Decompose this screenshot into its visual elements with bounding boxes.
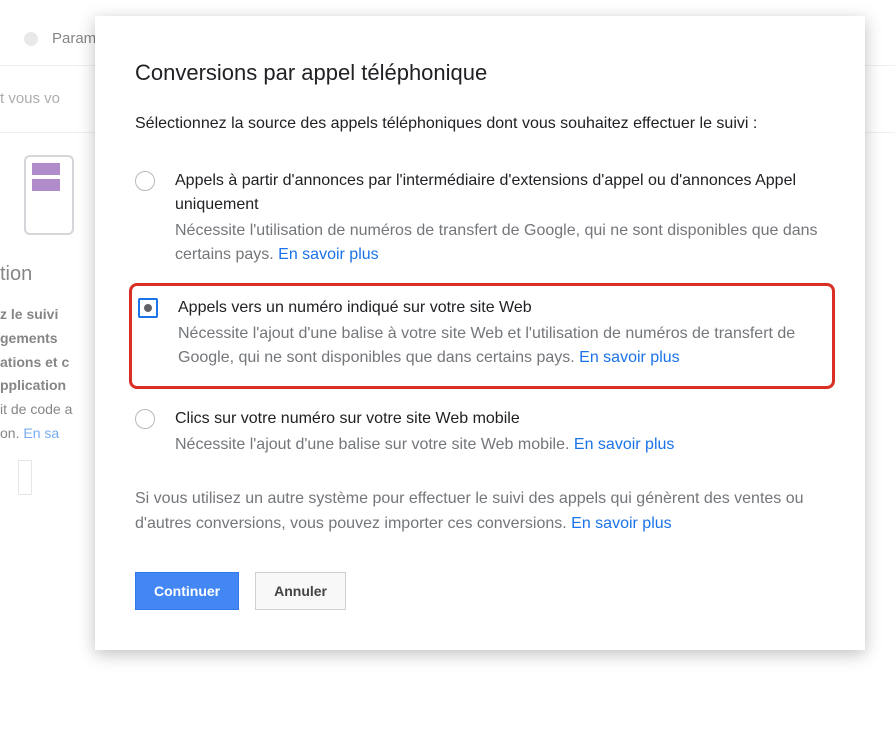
option-title: Appels vers un numéro indiqué sur votre … (178, 296, 822, 320)
option-body: Appels à partir d'annonces par l'intermé… (175, 169, 825, 267)
cancel-button[interactable]: Annuler (255, 572, 346, 610)
option-calls-from-ads[interactable]: Appels à partir d'annonces par l'intermé… (135, 159, 825, 279)
option-title: Clics sur votre numéro sur votre site We… (175, 407, 825, 431)
bg-line2: gements (0, 330, 58, 346)
bg-line5b: on. (0, 425, 23, 441)
option-desc: Nécessite l'utilisation de numéros de tr… (175, 219, 825, 267)
bg-avatar-circle (24, 32, 38, 46)
modal-intro: Sélectionnez la source des appels téléph… (135, 112, 825, 137)
continue-button[interactable]: Continuer (135, 572, 239, 610)
option-clicks-mobile-number[interactable]: Clics sur votre numéro sur votre site We… (135, 397, 825, 469)
option-title: Appels à partir d'annonces par l'intermé… (175, 169, 825, 217)
option-body: Clics sur votre numéro sur votre site We… (175, 407, 825, 457)
option-desc-text: Nécessite l'ajout d'une balise sur votre… (175, 436, 574, 453)
footer-text-content: Si vous utilisez un autre système pour e… (135, 490, 804, 532)
bg-line3: ations et c (0, 354, 69, 370)
radio-clicks-mobile-number[interactable] (135, 409, 155, 429)
option-desc-text: Nécessite l'utilisation de numéros de tr… (175, 222, 818, 263)
footer-learn-more-link[interactable]: En savoir plus (571, 515, 672, 532)
modal-footer-text: Si vous utilisez un autre système pour e… (135, 487, 825, 537)
bg-line1: z le suivi (0, 306, 58, 322)
option-desc: Nécessite l'ajout d'une balise à votre s… (178, 322, 822, 370)
modal-title: Conversions par appel téléphonique (135, 60, 825, 86)
option-desc-text: Nécessite l'ajout d'une balise à votre s… (178, 325, 795, 366)
radio-calls-from-ads[interactable] (135, 171, 155, 191)
learn-more-link[interactable]: En savoir plus (278, 246, 379, 263)
bg-device-icon (24, 155, 74, 235)
bg-link: En sa (23, 425, 59, 441)
bg-small-button (18, 460, 32, 495)
option-body: Appels vers un numéro indiqué sur votre … (178, 296, 822, 370)
learn-more-link[interactable]: En savoir plus (574, 436, 675, 453)
option-desc: Nécessite l'ajout d'une balise sur votre… (175, 433, 825, 457)
phone-conversion-modal: Conversions par appel téléphonique Sélec… (95, 16, 865, 650)
learn-more-link[interactable]: En savoir plus (579, 349, 680, 366)
radio-calls-to-website-number[interactable] (138, 298, 158, 318)
button-row: Continuer Annuler (135, 572, 825, 610)
bg-line4: pplication (0, 377, 66, 393)
option-calls-to-website-number[interactable]: Appels vers un numéro indiqué sur votre … (129, 283, 835, 389)
bg-line5a: it de code a (0, 401, 72, 417)
